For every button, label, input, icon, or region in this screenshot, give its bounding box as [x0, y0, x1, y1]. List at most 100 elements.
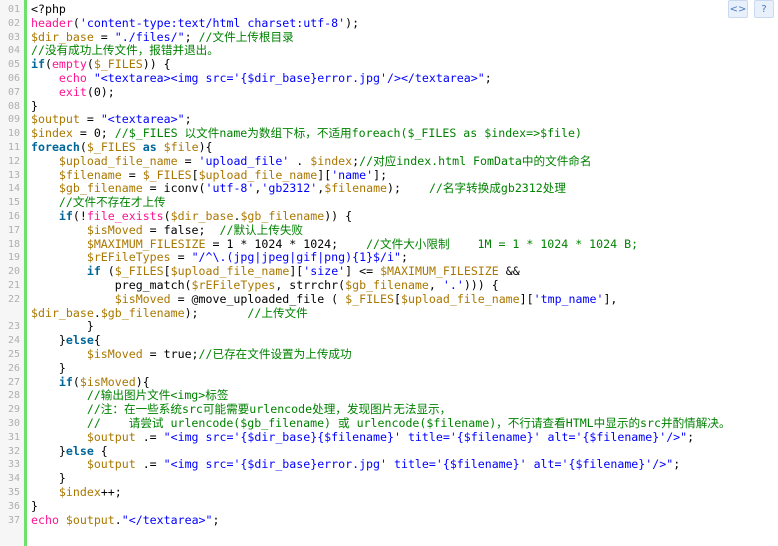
code-token: $upload_file_name	[58, 153, 178, 168]
code-token: (	[72, 374, 80, 389]
code-text: // 请尝试 urlencode($gb_filename) 或 urlenco…	[31, 416, 731, 431]
code-token: $output	[86, 429, 136, 444]
code-text: echo $output."</textarea>";	[31, 512, 220, 528]
code-text: $index++;	[31, 485, 122, 500]
code-line: 10 $index = 0; //$_FILES 以文件name为数组下标，不适用…	[0, 126, 778, 141]
code-text: header('content-type:text/html charset:u…	[31, 15, 360, 31]
code-token: "<textarea><img src='{$dir_base}error.jp…	[93, 71, 485, 85]
code-token: =	[142, 222, 164, 237]
line-number: 03	[7, 31, 20, 43]
line-number: 04	[7, 45, 20, 57]
code-token: ];	[373, 167, 388, 182]
code-token: $_FILES	[114, 264, 164, 279]
code-token: $index	[310, 153, 353, 168]
code-line: 09 $output = "<textarea>";	[0, 112, 778, 127]
code-line: 01 <?php	[0, 2, 778, 17]
code-text: $rEFileTypes = "/^\.(jpg|jpeg|gif|png){1…	[31, 250, 408, 265]
line-number: 29	[7, 404, 20, 416]
code-token: =	[170, 250, 192, 265]
code-text: }else {	[31, 444, 108, 459]
code-text: exit(0);	[31, 84, 115, 100]
code-token: "<img src='{$dir_base}{$filename}' title…	[163, 429, 688, 444]
code-token: 'tmp_name'	[533, 291, 604, 306]
code-token: if	[31, 57, 45, 72]
code-text: //注：在一些系统src可能需要urlencode处理，发现图片无法显示，	[31, 402, 451, 417]
code-token: );	[345, 15, 360, 30]
code-line: 34 }	[0, 471, 778, 486]
code-token: '.'	[442, 278, 464, 292]
code-token: "</textarea>"	[121, 512, 213, 527]
code-token: $gb_filename	[58, 181, 143, 196]
line-number: 07	[7, 86, 20, 98]
help-icon[interactable]: ?	[754, 0, 774, 18]
line-number: 14	[7, 183, 20, 195]
code-text: $gb_filename = iconv('utf-8','gb2312',$f…	[31, 181, 566, 196]
view-source-icon[interactable]: <>	[728, 0, 748, 18]
code-token: =	[79, 112, 101, 127]
line-number: 19	[7, 252, 20, 264]
code-viewer: 01 <?php 02 header('content-type:text/html …	[0, 0, 778, 546]
code-text: //输出图片文件<img>标签	[31, 388, 229, 403]
code-token: $gb_filename	[345, 278, 429, 292]
code-line: 13 $filename = $_FILES[$upload_file_name…	[0, 167, 778, 183]
code-line: 07 exit(0);	[0, 84, 778, 100]
code-token: $upload_file_name	[198, 167, 318, 182]
code-line: 24 }else{	[0, 333, 778, 348]
code-token: }	[31, 471, 66, 486]
code-token: =	[177, 153, 199, 168]
line-number: 05	[7, 59, 20, 71]
code-line: 12 $upload_file_name = 'upload_file' . $…	[0, 153, 778, 169]
code-token: if	[86, 264, 101, 279]
code-token: = @move_uploaded_file (	[170, 291, 346, 306]
code-text: foreach($_FILES as $file){	[31, 140, 213, 155]
code-token: =	[121, 167, 143, 182]
code-token: $output	[65, 512, 115, 527]
code-token: (	[100, 264, 115, 279]
code-token: $gb_filename	[240, 209, 325, 223]
code-token: $rEFileTypes	[191, 278, 276, 292]
code-line: 23 }	[0, 319, 778, 334]
code-token: preg_match(	[31, 278, 192, 292]
code-text: preg_match($rEFileTypes, strrchr($gb_fil…	[31, 278, 499, 293]
code-line: 02 header('content-type:text/html charset…	[0, 15, 778, 31]
code-token: $upload_file_name	[400, 291, 520, 306]
code-token: $_FILES	[142, 167, 192, 182]
code-token: if	[58, 374, 73, 389]
code-token: (!	[72, 209, 87, 223]
line-number: 22	[7, 293, 20, 305]
code-token: //$_FILES 以文件name为数组下标，不适用foreach($_FILE…	[114, 126, 582, 141]
code-token: $gb_filename	[100, 305, 185, 320]
code-token: }	[31, 498, 38, 513]
code-token: exit	[58, 84, 87, 99]
code-text: $index = 0; //$_FILES 以文件name为数组下标，不适用fo…	[31, 126, 582, 141]
code-token: ;	[484, 71, 492, 85]
line-number: 18	[7, 238, 20, 250]
code-token: ],	[603, 291, 618, 306]
code-token: $index	[58, 485, 101, 499]
code-text: $output .= "<img src='{$dir_base}error.j…	[31, 457, 680, 472]
code-token: 'content-type:text/html charset:utf-8'	[79, 15, 346, 30]
line-number: 15	[7, 197, 20, 209]
code-token: .	[93, 305, 101, 320]
code-text: $filename = $_FILES[$upload_file_name]['…	[31, 167, 388, 183]
code-token: $rEFileTypes	[86, 250, 171, 265]
code-token: (	[72, 15, 80, 30]
code-token: $dir_base	[31, 29, 94, 44]
code-token: [	[394, 291, 401, 306]
code-token: $output	[31, 112, 80, 127]
code-token: //对应index.html FomData中的文件命名	[359, 153, 592, 168]
code-token: "<textarea>"	[100, 112, 185, 127]
code-token: = 1 * 1024 * 1024;	[205, 236, 367, 251]
code-token: }	[31, 333, 66, 348]
code-token: (	[79, 140, 87, 154]
code-token: empty	[51, 57, 87, 72]
code-token: else	[65, 333, 94, 348]
code-token: //输出图片文件<img>标签	[86, 388, 229, 403]
code-token: //文件大小限制 1M = 1 * 1024 * 1024 B;	[366, 236, 639, 251]
